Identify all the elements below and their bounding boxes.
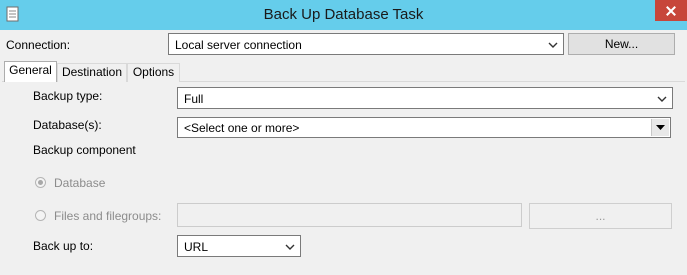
databases-select[interactable]: <Select one or more> xyxy=(177,117,671,138)
backup-component-label: Backup component xyxy=(33,143,136,157)
chevron-down-icon xyxy=(657,96,667,102)
chevron-down-icon xyxy=(548,42,558,48)
close-button[interactable] xyxy=(655,0,687,21)
files-filegroups-field[interactable] xyxy=(177,203,522,227)
backup-type-select[interactable]: Full xyxy=(177,87,673,109)
database-radio-label: Database xyxy=(54,176,106,190)
databases-label: Database(s): xyxy=(33,118,102,132)
browse-filegroups-button[interactable]: ... xyxy=(529,203,672,229)
database-radio[interactable] xyxy=(35,177,46,188)
triangle-down-icon xyxy=(656,125,665,130)
new-connection-button[interactable]: New... xyxy=(568,33,675,55)
chevron-down-icon xyxy=(285,244,295,250)
files-filegroups-label: Files and filegroups: xyxy=(54,209,162,223)
databases-value: <Select one or more> xyxy=(184,121,300,135)
back-up-to-select[interactable]: URL xyxy=(177,235,301,257)
connection-value: Local server connection xyxy=(175,38,302,52)
databases-dropdown-button[interactable] xyxy=(651,119,669,136)
title-bar: Back Up Database Task xyxy=(0,0,687,30)
files-filegroups-radio[interactable] xyxy=(35,210,46,221)
radio-selected-dot xyxy=(38,180,43,185)
connection-label: Connection: xyxy=(6,38,71,52)
tab-general[interactable]: General xyxy=(4,61,57,82)
backup-type-label: Backup type: xyxy=(33,89,103,103)
backup-type-value: Full xyxy=(184,92,204,106)
window-title: Back Up Database Task xyxy=(263,6,424,23)
tab-destination[interactable]: Destination xyxy=(57,63,127,82)
back-up-to-label: Back up to: xyxy=(33,239,94,253)
tab-options[interactable]: Options xyxy=(127,63,180,82)
connection-select[interactable]: Local server connection xyxy=(168,33,564,55)
back-up-to-value: URL xyxy=(184,240,209,254)
